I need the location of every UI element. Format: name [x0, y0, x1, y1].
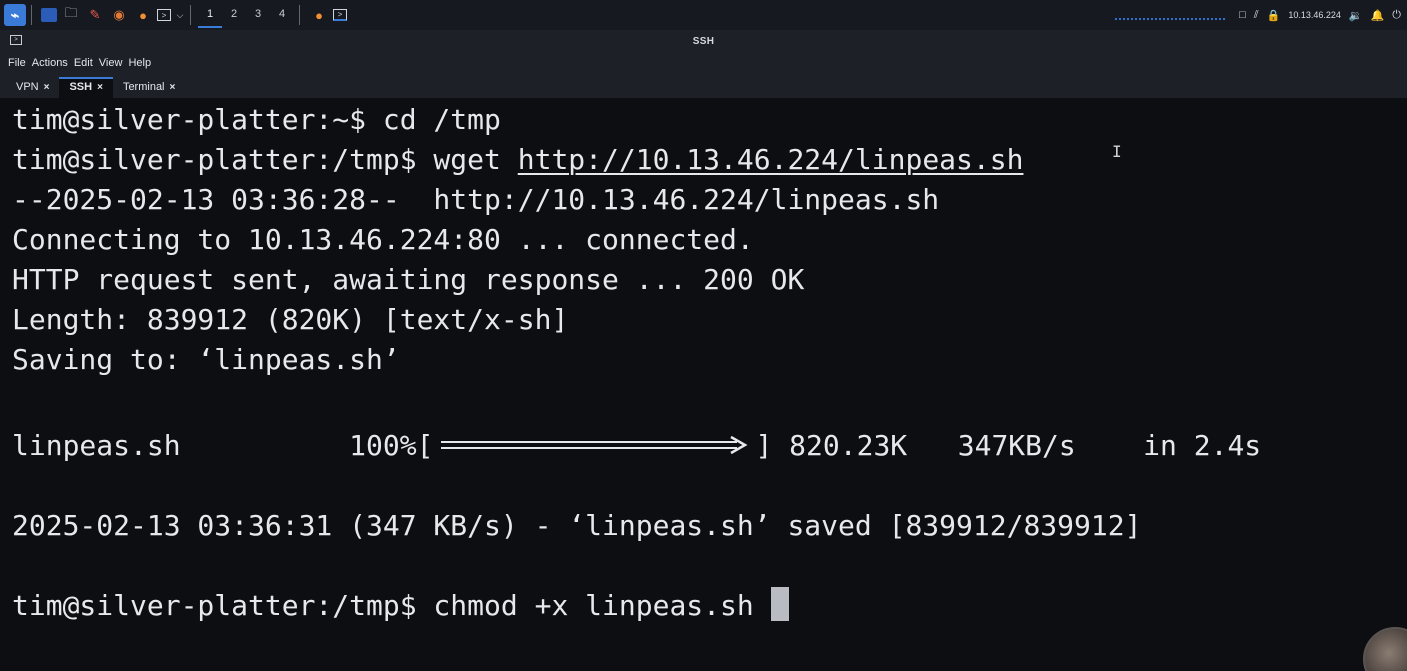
close-icon[interactable]: × [44, 82, 50, 93]
tab-vpn[interactable]: VPN × [6, 77, 59, 98]
tab-terminal[interactable]: Terminal × [113, 77, 185, 98]
panel-separator [299, 5, 300, 25]
tab-bar: VPN × SSH × Terminal × [0, 74, 1407, 98]
menu-actions[interactable]: Actions [32, 57, 68, 69]
vpn-lock-icon[interactable]: 🔒 [1267, 9, 1281, 22]
menu-edit[interactable]: Edit [74, 57, 93, 69]
system-tray: □ ⫽ 🔒 10.13.46.224 🔉 🔔 ⏻ [1115, 0, 1401, 30]
terminal-output[interactable]: tim@silver-platter:~$ cd /tmp tim@silver… [0, 98, 1407, 671]
terminal-icon[interactable]: > [157, 9, 171, 21]
menu-view[interactable]: View [99, 57, 123, 69]
terminal-line: tim@silver-platter:/tmp$ chmod +x linpea… [12, 586, 789, 626]
tab-label: VPN [16, 81, 39, 93]
terminal-prompt-command: tim@silver-platter:/tmp$ chmod +x linpea… [12, 589, 771, 622]
bell-icon[interactable]: 🔔 [1371, 9, 1385, 22]
close-icon[interactable]: × [170, 82, 176, 93]
workspace-4[interactable]: 4 [270, 2, 294, 28]
close-icon[interactable]: × [97, 82, 103, 93]
terminal-url-link[interactable]: http://10.13.46.224/linpeas.sh [518, 143, 1024, 176]
workspace-1[interactable]: 1 [198, 2, 222, 28]
tab-label: SSH [69, 81, 93, 93]
panel-separator [31, 5, 32, 25]
tab-label: Terminal [122, 81, 165, 93]
folder-icon[interactable]: 🗀 [61, 5, 81, 25]
burp-icon[interactable]: ◉ [109, 5, 129, 25]
text-cursor-icon: I [1112, 142, 1122, 161]
firefox-icon[interactable]: ● [133, 5, 153, 25]
workspace-2[interactable]: 2 [222, 2, 246, 28]
firefox-badge-icon[interactable]: ● [309, 5, 329, 25]
top-panel: ⌁ 🗀 ✎ ◉ ● > ⌵ 1 2 3 4 ● > □ ⫽ 🔒 10.13.46… [0, 0, 1407, 30]
kali-menu-icon[interactable]: ⌁ [4, 4, 26, 26]
progress-file-and-percent: linpeas.sh 100%[ [12, 429, 434, 462]
vpn-ip-address: 10.13.46.224 [1288, 10, 1341, 20]
panel-separator [190, 5, 191, 25]
terminal-prompt-command: tim@silver-platter:/tmp$ wget [12, 143, 518, 176]
terminal-line: tim@silver-platter:/tmp$ wget http://10.… [12, 140, 1023, 180]
progress-bar [441, 435, 748, 455]
text-editor-icon[interactable]: ✎ [85, 5, 105, 25]
terminal-line: HTTP request sent, awaiting response ...… [12, 263, 805, 296]
terminal-progress-line: linpeas.sh 100%[ ] 820.23K 347KB/s in 2.4… [12, 426, 1261, 466]
terminal-line: tim@silver-platter:~$ cd /tmp [12, 103, 501, 136]
cpu-graph [1115, 10, 1226, 20]
progress-stats: ] 820.23K 347KB/s in 2.4s [755, 429, 1262, 462]
workspace-switcher: 1 2 3 4 [198, 2, 294, 28]
dropdown-chevron-icon[interactable]: ⌵ [175, 5, 185, 25]
network-icon[interactable]: ⫽ [1254, 9, 1259, 22]
menu-bar: File Actions Edit View Help [0, 52, 1407, 74]
volume-icon[interactable]: 🔉 [1349, 9, 1363, 22]
terminal-line: Saving to: ‘linpeas.sh’ [12, 343, 400, 376]
terminal-line: 2025-02-13 03:36:31 (347 KB/s) - ‘linpea… [12, 509, 1142, 542]
terminal-icon-2[interactable]: > [333, 9, 347, 21]
menu-help[interactable]: Help [128, 57, 151, 69]
display-icon[interactable]: □ [1239, 9, 1246, 21]
terminal-line: Connecting to 10.13.46.224:80 ... connec… [12, 223, 754, 256]
window-title: SSH [692, 36, 715, 47]
webcam-avatar [1363, 627, 1407, 671]
menu-file[interactable]: File [8, 57, 26, 69]
terminal-cursor [770, 587, 789, 621]
terminal-line: Length: 839912 (820K) [text/x-sh] [12, 303, 569, 336]
power-icon[interactable]: ⏻ [1392, 9, 1401, 22]
files-icon[interactable] [41, 8, 57, 22]
terminal-line: --2025-02-13 03:36:28-- http://10.13.46.… [12, 183, 940, 216]
workspace-3[interactable]: 3 [246, 2, 270, 28]
tab-ssh[interactable]: SSH × [59, 77, 113, 98]
window-titlebar[interactable]: > SSH [0, 30, 1407, 52]
